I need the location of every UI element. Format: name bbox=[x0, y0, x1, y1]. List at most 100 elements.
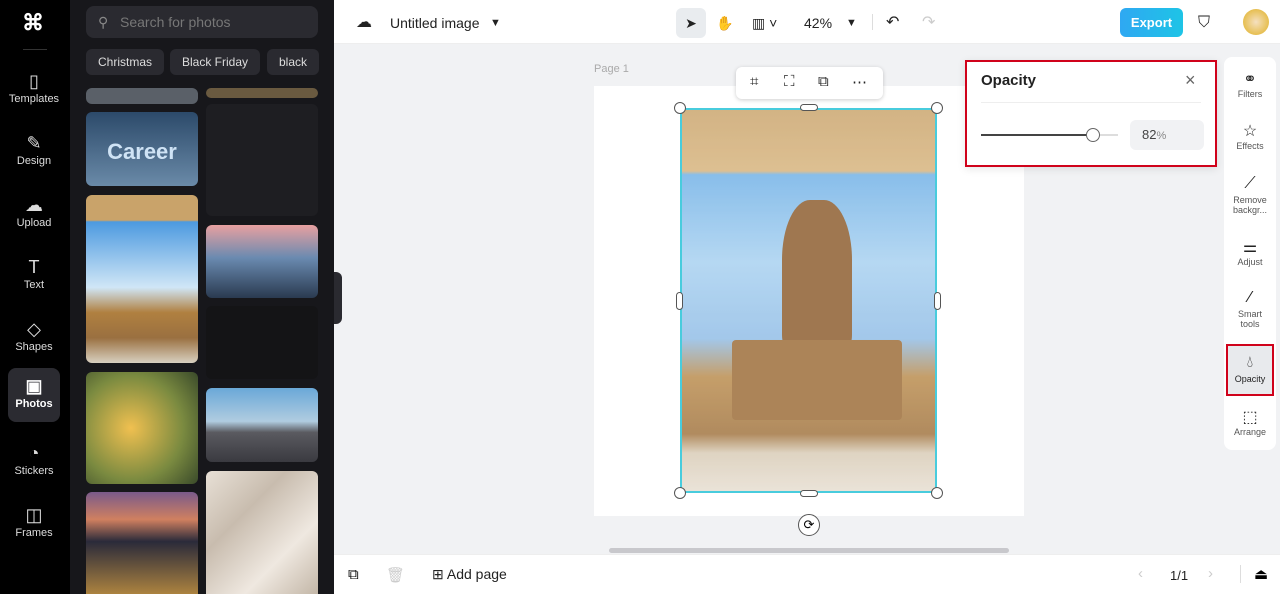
tool-arrange[interactable]: ⬚ Arrange bbox=[1226, 407, 1274, 437]
rail-item-text[interactable]: T Text bbox=[8, 249, 60, 303]
label: Photos bbox=[15, 398, 53, 410]
rail-item-frames[interactable]: ◫ Frames bbox=[8, 497, 60, 551]
tool-remove-background[interactable]: ⟋ Remove backgr... bbox=[1226, 175, 1274, 215]
trash-icon[interactable]: 🗑︎ bbox=[386, 566, 405, 584]
more-icon[interactable]: ⋯ bbox=[852, 73, 867, 91]
chip-christmas[interactable]: Christmas bbox=[86, 49, 165, 75]
rail-item-stickers[interactable]: ◔ Stickers bbox=[8, 435, 60, 489]
select-tool-icon[interactable]: ➤ bbox=[676, 8, 706, 38]
remove-background-icon: ⟋ bbox=[1244, 175, 1256, 192]
unit: % bbox=[1156, 130, 1167, 142]
chevron-down-icon[interactable]: ▼ bbox=[490, 10, 501, 36]
arrange-icon: ⬚ bbox=[1242, 409, 1258, 426]
photos-panel: ⚲ Search for photos Christmas Black Frida… bbox=[70, 0, 334, 594]
context-toolbar: ⌗ ⛶ ⧉ ⋯ bbox=[736, 67, 883, 99]
zoom-chevron-icon[interactable]: ▼ bbox=[846, 10, 857, 36]
avatar[interactable] bbox=[1243, 9, 1269, 35]
label: Frames bbox=[15, 527, 53, 539]
design-icon: ✎ bbox=[26, 133, 42, 153]
export-button[interactable]: Export bbox=[1120, 8, 1183, 37]
photo-text: Career bbox=[107, 139, 177, 164]
rotate-icon[interactable]: ⟳ bbox=[798, 514, 820, 536]
tool-filters[interactable]: ⚭ Filters bbox=[1226, 69, 1274, 99]
label: Opacity bbox=[1234, 374, 1266, 384]
label: Add page bbox=[446, 566, 507, 582]
replace-icon[interactable]: ⛶ bbox=[784, 73, 795, 90]
selected-image[interactable] bbox=[680, 108, 937, 493]
resize-handle[interactable] bbox=[800, 104, 818, 111]
tool-adjust[interactable]: ⚌ Adjust bbox=[1226, 237, 1274, 267]
photo-thumb-mountain[interactable] bbox=[206, 388, 318, 462]
photo-thumb-city-night[interactable] bbox=[86, 492, 198, 594]
rail-item-shapes[interactable]: ◇ Shapes bbox=[8, 311, 60, 365]
add-page-button[interactable]: ⊞ Add page bbox=[432, 566, 507, 583]
divider bbox=[23, 49, 47, 50]
resize-handle[interactable] bbox=[674, 487, 686, 499]
close-icon[interactable]: × bbox=[1185, 70, 1196, 91]
tool-smart-tools[interactable]: ⁄ Smart tools bbox=[1226, 289, 1274, 329]
horizontal-scrollbar[interactable] bbox=[609, 548, 1009, 553]
filters-icon: ⚭ bbox=[1243, 71, 1257, 88]
prev-page-icon[interactable]: ‹ bbox=[1138, 565, 1143, 582]
photo-thumb-career[interactable]: Career bbox=[86, 112, 198, 186]
resize-handle[interactable] bbox=[674, 102, 686, 114]
chip-black[interactable]: black bbox=[267, 49, 320, 75]
label: Effects bbox=[1236, 141, 1264, 151]
photo-thumb-silk[interactable] bbox=[206, 471, 318, 594]
photo-thumb-city[interactable] bbox=[206, 225, 318, 298]
photo-thumb-flowers[interactable] bbox=[86, 372, 198, 484]
resize-handle[interactable] bbox=[931, 102, 943, 114]
crop-icon[interactable]: ⌗ bbox=[750, 73, 758, 90]
photo-thumb[interactable] bbox=[206, 104, 318, 216]
duplicate-icon[interactable]: ⧉ bbox=[818, 73, 829, 90]
opacity-input[interactable]: 82% bbox=[1130, 120, 1204, 150]
opacity-slider[interactable] bbox=[981, 128, 1118, 142]
photo-thumb-buddha[interactable] bbox=[86, 195, 198, 363]
photo-thumb[interactable] bbox=[206, 88, 318, 98]
rail-item-photos[interactable]: ▣ Photos bbox=[8, 368, 60, 422]
zoom-level[interactable]: 42% bbox=[804, 10, 832, 36]
resize-handle[interactable] bbox=[931, 487, 943, 499]
resize-handle[interactable] bbox=[800, 490, 818, 497]
search-placeholder: Search for photos bbox=[120, 14, 231, 30]
adjust-icon: ⚌ bbox=[1242, 239, 1258, 256]
collapse-icon[interactable]: ⏏ bbox=[1254, 565, 1268, 583]
frames-icon: ◫ bbox=[25, 505, 43, 525]
capcut-logo[interactable]: ⌘ bbox=[22, 10, 44, 36]
duplicate-page-icon[interactable]: ⧉ bbox=[348, 566, 359, 583]
slider-knob[interactable] bbox=[1086, 128, 1101, 142]
collapse-panel-handle[interactable] bbox=[334, 272, 342, 324]
resize-handle[interactable] bbox=[934, 292, 941, 310]
rail-item-templates[interactable]: ▯ Templates bbox=[8, 63, 60, 117]
opacity-popup: Opacity × 82% bbox=[965, 60, 1217, 167]
label: Templates bbox=[8, 93, 60, 105]
top-bar: ☁ Untitled image ▼ ➤ ✋ ▥ ˅ 42% ▼ ↶ ↷ Exp… bbox=[334, 0, 1280, 44]
label: Smart tools bbox=[1237, 309, 1262, 329]
bottom-bar: ⧉ 🗑︎ ⊞ Add page ‹ 1/1 › ⏏ bbox=[334, 554, 1280, 594]
opacity-drop-icon: 💧︎ bbox=[1246, 354, 1254, 371]
redo-icon[interactable]: ↷ bbox=[922, 10, 935, 36]
photo-thumb[interactable] bbox=[86, 88, 198, 104]
layout-icon[interactable]: ▥ ˅ bbox=[752, 10, 777, 36]
tool-opacity[interactable]: 💧︎ Opacity bbox=[1226, 344, 1274, 396]
cloud-save-icon[interactable]: ☁ bbox=[356, 10, 372, 36]
next-page-icon[interactable]: › bbox=[1208, 565, 1213, 582]
chip-black-friday[interactable]: Black Friday bbox=[170, 49, 261, 75]
stickers-icon: ◔ bbox=[28, 443, 40, 463]
templates-icon: ▯ bbox=[29, 71, 39, 91]
label: Shapes bbox=[15, 341, 53, 353]
rail-item-upload[interactable]: ☁ Upload bbox=[8, 187, 60, 241]
label: Remove backgr... bbox=[1232, 195, 1268, 215]
photo-thumb[interactable] bbox=[206, 306, 318, 379]
hand-tool-icon[interactable]: ✋ bbox=[716, 10, 733, 36]
search-input[interactable]: ⚲ Search for photos bbox=[86, 6, 318, 38]
label: Design bbox=[16, 155, 52, 167]
undo-icon[interactable]: ↶ bbox=[886, 10, 899, 36]
document-title[interactable]: Untitled image bbox=[390, 10, 480, 36]
shield-icon[interactable]: ⛉ bbox=[1198, 10, 1210, 36]
add-page-icon: ⊞ bbox=[432, 566, 447, 582]
rail-item-design[interactable]: ✎ Design bbox=[8, 125, 60, 179]
label: Text bbox=[23, 279, 45, 291]
tool-effects[interactable]: ☆ Effects bbox=[1226, 121, 1274, 151]
resize-handle[interactable] bbox=[676, 292, 683, 310]
